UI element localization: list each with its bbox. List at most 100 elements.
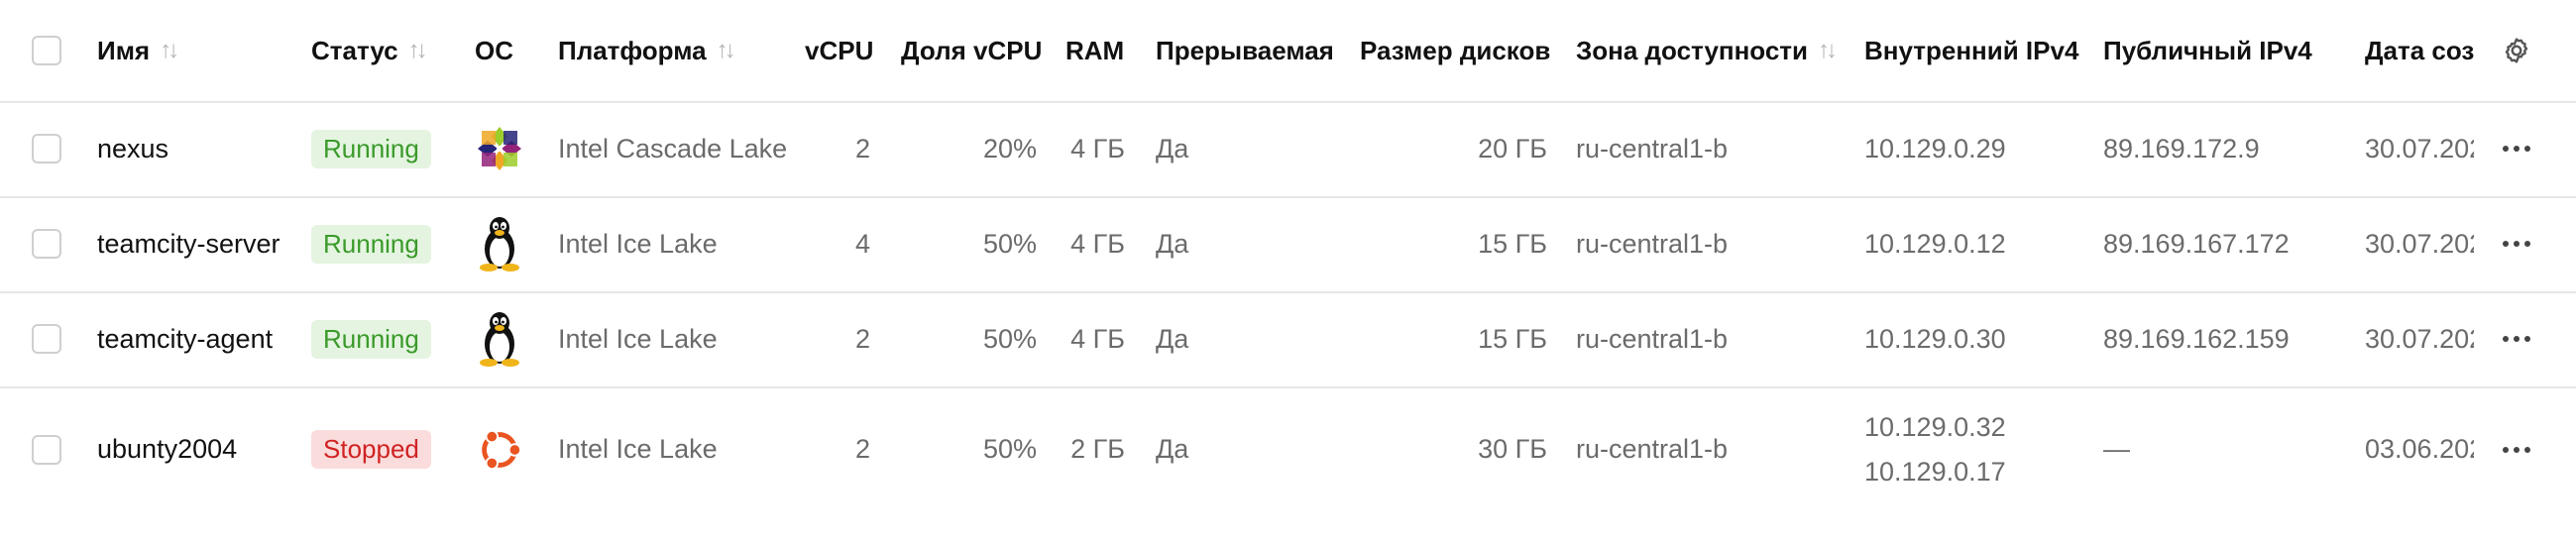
more-icon[interactable] xyxy=(2503,146,2530,152)
disk-size: 15 ГБ xyxy=(1478,228,1547,259)
col-internal-ip-header: Внутренний IPv4 xyxy=(1864,0,2078,101)
preemptible: Да xyxy=(1156,133,1189,163)
internal-ip: 10.129.0.30 xyxy=(1864,323,2006,354)
row-actions-button[interactable] xyxy=(2503,196,2530,291)
disk-size: 20 ГБ xyxy=(1478,133,1547,163)
gear-icon[interactable] xyxy=(2501,35,2532,66)
row-actions-button[interactable] xyxy=(2503,101,2530,196)
table-row[interactable]: teamcity-agent Running Intel Ice Lake 2 … xyxy=(0,291,2576,388)
row-select-cell xyxy=(32,386,61,512)
status-badge: Stopped xyxy=(311,430,431,469)
more-icon[interactable] xyxy=(2503,241,2530,247)
vcpu-count: 2 xyxy=(854,323,870,354)
row-select-cell xyxy=(32,101,61,196)
internal-ip-list: 10.129.0.32 10.129.0.17 xyxy=(1864,412,2006,488)
col-disk-label: Размер дисков xyxy=(1360,35,1551,65)
linux-tux-icon xyxy=(474,217,525,272)
select-all-checkbox[interactable] xyxy=(32,36,61,65)
platform: Intel Ice Lake xyxy=(558,323,718,354)
ram-size: 4 ГБ xyxy=(1070,323,1125,354)
internal-ip: 10.129.0.29 xyxy=(1864,133,2006,163)
os-cell xyxy=(474,101,525,196)
status-cell: Running xyxy=(311,291,431,386)
vcpu-share: 50% xyxy=(982,434,1037,464)
col-vcpu-label: vCPU xyxy=(805,35,874,65)
status-badge: Running xyxy=(311,129,431,168)
vm-name[interactable]: teamcity-agent xyxy=(97,291,273,386)
col-zone-label: Зона доступности xyxy=(1576,35,1809,65)
created-date: 03.06.202 xyxy=(2365,434,2474,464)
zone: ru-central1-b xyxy=(1576,228,1729,259)
col-platform-label: Платформа xyxy=(558,35,707,65)
col-zone-header[interactable]: Зона доступности ↑↓ xyxy=(1576,0,1838,101)
row-checkbox[interactable] xyxy=(32,434,61,465)
col-status-header[interactable]: Статус ↑↓ xyxy=(311,0,428,101)
internal-ip: 10.129.0.17 xyxy=(1864,456,2006,487)
ram-size: 4 ГБ xyxy=(1070,228,1125,259)
row-checkbox[interactable] xyxy=(32,229,61,259)
more-icon[interactable] xyxy=(2503,336,2530,342)
col-vcpu-share-header: Доля vCPU xyxy=(901,0,1042,101)
vm-name[interactable]: teamcity-server xyxy=(97,196,280,291)
sort-icon[interactable]: ↑↓ xyxy=(160,37,179,64)
select-all-cell xyxy=(32,0,61,101)
vcpu-share: 50% xyxy=(982,228,1037,259)
internal-ip-cell: 10.129.0.32 10.129.0.17 xyxy=(1864,386,2006,512)
sort-icon[interactable]: ↑↓ xyxy=(1818,37,1838,64)
col-name-header[interactable]: Имя ↑↓ xyxy=(97,0,179,101)
status-badge: Running xyxy=(311,319,431,359)
vcpu-share: 50% xyxy=(982,323,1037,354)
more-icon[interactable] xyxy=(2503,446,2530,453)
created-date: 30.07.202 xyxy=(2365,133,2474,163)
col-ram-header: RAM xyxy=(1065,0,1124,101)
os-cell xyxy=(474,386,525,512)
row-checkbox[interactable] xyxy=(32,134,61,163)
row-actions-button[interactable] xyxy=(2503,386,2530,512)
col-internal-ip-label: Внутренний IPv4 xyxy=(1864,35,2079,65)
linux-tux-icon xyxy=(474,312,525,367)
row-actions-button[interactable] xyxy=(2503,291,2530,386)
disk-size: 30 ГБ xyxy=(1478,434,1547,464)
col-status-label: Статус xyxy=(311,35,398,65)
zone: ru-central1-b xyxy=(1576,323,1729,354)
table-settings-button[interactable] xyxy=(2501,0,2532,101)
ram-size: 4 ГБ xyxy=(1070,133,1125,163)
row-select-cell xyxy=(32,196,61,291)
col-platform-header[interactable]: Платформа ↑↓ xyxy=(558,0,736,101)
zone: ru-central1-b xyxy=(1576,133,1729,163)
vm-name[interactable]: ubunty2004 xyxy=(97,386,237,512)
created-date: 30.07.202 xyxy=(2365,228,2474,259)
status-cell: Running xyxy=(311,196,431,291)
public-ip: 89.169.167.172 xyxy=(2103,228,2290,259)
sort-icon[interactable]: ↑↓ xyxy=(408,37,428,64)
col-disk-header: Размер дисков xyxy=(1360,0,1550,101)
sort-icon[interactable]: ↑↓ xyxy=(717,37,736,64)
col-created-header: Дата соз xyxy=(2365,0,2474,101)
zone: ru-central1-b xyxy=(1576,434,1729,464)
centos-icon xyxy=(474,123,525,174)
col-name-label: Имя xyxy=(97,35,151,65)
row-checkbox[interactable] xyxy=(32,324,61,354)
table-header: Имя ↑↓ Статус ↑↓ ОС Платформа ↑↓ vCPU Доля … xyxy=(0,0,2576,103)
internal-ip: 10.129.0.32 xyxy=(1864,411,2006,442)
public-ip: 89.169.162.159 xyxy=(2103,323,2290,354)
platform: Intel Ice Lake xyxy=(558,434,718,464)
table-row[interactable]: nexus Running Intel Cascade Lake 2 20% 4… xyxy=(0,101,2576,198)
preemptible: Да xyxy=(1156,323,1189,354)
col-os-label: ОС xyxy=(475,35,513,65)
vm-table: Имя ↑↓ Статус ↑↓ ОС Платформа ↑↓ vCPU Доля … xyxy=(0,0,2576,544)
internal-ip: 10.129.0.12 xyxy=(1864,228,2006,259)
col-vcpu-header: vCPU xyxy=(805,0,873,101)
table-row[interactable]: ubunty2004 Stopped Intel Ice Lake 2 50% … xyxy=(0,386,2576,512)
table-row[interactable]: teamcity-server Running Intel Ice Lake 4… xyxy=(0,196,2576,293)
status-badge: Running xyxy=(311,224,431,264)
vcpu-count: 2 xyxy=(854,434,870,464)
vcpu-count: 2 xyxy=(854,133,870,163)
vm-name[interactable]: nexus xyxy=(97,101,168,196)
col-created-label: Дата соз xyxy=(2365,35,2474,65)
preemptible: Да xyxy=(1156,434,1189,464)
public-ip: — xyxy=(2103,434,2130,464)
ubuntu-icon xyxy=(474,424,525,476)
col-os-header: ОС xyxy=(475,0,513,101)
created-date: 30.07.202 xyxy=(2365,323,2474,354)
